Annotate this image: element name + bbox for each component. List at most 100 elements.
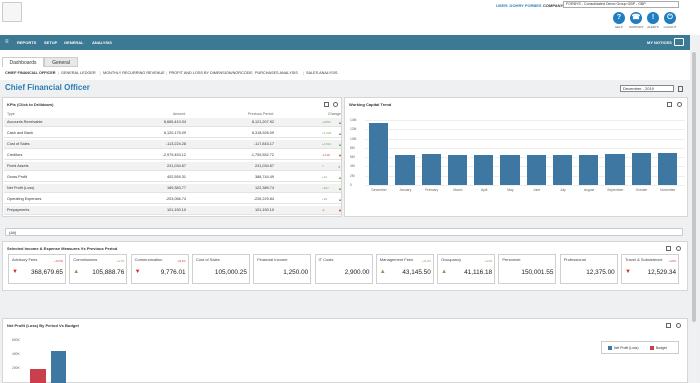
kpi-row[interactable]: Cash and Bank 6,120,175.09 6,318,926.09 +1,… — [4, 129, 342, 138]
export-icon[interactable] — [678, 86, 683, 92]
kpi-col-change[interactable]: Change — [328, 112, 341, 116]
income-title: Selected Income & Expense Measures Vs Pr… — [7, 246, 118, 251]
period-select[interactable]: December - 2019 — [620, 85, 674, 92]
subnav-purchases[interactable]: PURCHASES ANALYSIS — [255, 71, 298, 75]
kpi-row[interactable]: Prepayments 101,150.10 101,150.10 -1 ▼ — [4, 206, 341, 215]
wc-gridline — [365, 120, 685, 121]
card-trend-icon: ▲ — [441, 269, 448, 275]
logout-button[interactable]: ⏻ LOGOUT — [663, 12, 677, 29]
nav-analysis[interactable]: ANALYSIS — [92, 40, 112, 45]
help-button[interactable]: ? HELP — [612, 12, 626, 29]
kpi-amount: 101,150.10 — [166, 208, 186, 212]
wc-ytick: 0 — [350, 183, 352, 187]
subnav-mrr[interactable]: MONTHLY RECURRING REVENUE — [103, 71, 165, 75]
wc-bar[interactable] — [395, 154, 415, 185]
card-name: Cost of Sales — [195, 257, 220, 262]
kpi-trend-icon: ▲ — [338, 131, 342, 136]
nav-reports[interactable]: REPORTS — [17, 40, 36, 45]
np-search-icon[interactable] — [676, 323, 681, 328]
wc-search-icon[interactable] — [677, 102, 682, 107]
measure-card[interactable]: Cost of Sales 105,000.25 — [191, 254, 250, 284]
company-select[interactable]: FORBYS - Consolidated Demo Group GBP - G… — [563, 1, 679, 8]
np-budget-bar[interactable] — [30, 369, 46, 383]
scrollbar-thumb[interactable] — [692, 52, 696, 322]
np-export-icon[interactable] — [666, 323, 671, 328]
user-label[interactable]: USER: DOHRY FORBES — [496, 3, 542, 8]
measure-card[interactable]: Communication -24.4% ▼ 9,776.01 — [130, 254, 189, 284]
page-scrollbar[interactable] — [691, 44, 697, 383]
menu-icon[interactable]: ≡ — [5, 39, 9, 45]
subnav-separator: | — [252, 71, 253, 75]
measure-card[interactable]: Commissions +4.7% ▲ 105,888.76 — [69, 254, 128, 284]
wc-bar[interactable] — [605, 154, 625, 185]
wc-bar[interactable] — [526, 154, 546, 185]
kpi-amount: 402,559.31 — [166, 175, 186, 179]
measure-card[interactable]: Financial Income 1,250.00 — [253, 254, 312, 284]
nav-setup[interactable]: SETUP — [44, 40, 57, 45]
help-icon: ? — [613, 12, 625, 24]
wc-bar[interactable] — [500, 155, 520, 185]
measure-card[interactable]: Advisory Fees +10.5% ▼ 368,679.65 — [8, 254, 66, 284]
support-button[interactable]: ☎ SUPPORT — [629, 12, 643, 29]
subnav-separator: | — [100, 71, 101, 75]
kpi-row[interactable]: Creditors -2,979,453.12 -1,759,552.72 -1719… — [4, 151, 341, 160]
kpi-row[interactable]: Cost of Sales -113,224.28 -117,843.17 +4,61… — [4, 140, 342, 149]
kpi-col-previous[interactable]: Previous Period — [248, 112, 273, 116]
notices-icon[interactable] — [674, 38, 684, 46]
kpi-change: +1,226 — [322, 131, 332, 135]
measure-card[interactable]: Professional 12,375.00 — [559, 254, 618, 284]
main-nav: ≡ REPORTS SETUP GENERAL ANALYSIS MY NOTI… — [0, 35, 690, 50]
tab-general[interactable]: General — [44, 57, 78, 67]
subnav-pnl-dimension[interactable]: PROFIT AND LOSS BY DIMENSION/NORCODE — [169, 71, 252, 75]
kpi-row[interactable]: Net Profit (Loss) 189,383.77 122,389.74 +10… — [4, 184, 341, 193]
kpi-row[interactable]: Gross Profit 402,559.31 388,744.49 +14 ▲ — [4, 173, 341, 182]
kpi-trend-icon: ▲ — [338, 142, 342, 147]
wc-bar[interactable] — [579, 154, 599, 185]
wc-bar[interactable] — [657, 152, 677, 185]
card-value: 105,888.76 — [92, 269, 125, 276]
legend-budget-swatch — [650, 346, 654, 350]
wc-bar[interactable] — [552, 155, 572, 185]
income-export-icon[interactable] — [666, 246, 671, 251]
kpi-export-icon[interactable] — [324, 102, 329, 107]
net-profit-panel: Net Profit (Loss) By Period Vs Budget — [2, 318, 688, 383]
kpi-col-type[interactable]: Type — [7, 112, 15, 116]
tab-dashboards[interactable]: Dashboards — [2, 57, 44, 67]
subnav-general-ledger[interactable]: GENERAL LEDGER — [61, 71, 96, 75]
legend-actual-swatch — [608, 346, 612, 350]
kpi-trend-icon: ● — [338, 164, 341, 169]
income-search-icon[interactable] — [676, 246, 681, 251]
subnav-separator: | — [303, 71, 304, 75]
measure-card[interactable]: Personnel 150,001.55 — [498, 254, 557, 284]
np-actual-bar[interactable] — [51, 351, 66, 383]
kpi-filter-dropdown[interactable]: (All) — [5, 228, 683, 236]
alerts-button[interactable]: ! ALERTS — [646, 12, 660, 29]
measure-card[interactable]: IT Costs 2,900.00 — [314, 254, 373, 284]
wc-bar[interactable] — [631, 153, 651, 185]
kpi-row[interactable]: Accounts Receivable 8,665,410.04 8,121,207… — [4, 118, 341, 127]
kpi-amount: 189,383.77 — [166, 186, 186, 190]
kpi-search-icon[interactable] — [333, 102, 338, 107]
subnav-cfo[interactable]: CHIEF FINANCIAL OFFICER — [5, 71, 56, 75]
card-trend-icon: ▼ — [12, 269, 18, 275]
measure-card[interactable]: Management Fees +14.3% ▲ 43,145.50 — [375, 254, 434, 284]
card-value: 12,375.00 — [586, 269, 615, 276]
subnav-sales[interactable]: SALES ANALYSIS — [306, 71, 337, 75]
alerts-icon: ! — [647, 12, 659, 24]
measure-card[interactable]: Occupancy +4.4% ▲ 41,116.18 — [437, 254, 496, 284]
kpi-row[interactable]: Fixed Assets 241,034.67 241,034.67 0 ● — [4, 162, 341, 171]
wc-bar[interactable] — [421, 154, 441, 185]
nav-my-notices[interactable]: MY NOTICES — [647, 40, 672, 45]
measure-card[interactable]: Travel & Subsistence +4.5% ▼ 12,529.34 — [621, 254, 679, 284]
wc-bar[interactable] — [369, 123, 389, 185]
kpi-col-amount[interactable]: Amount — [173, 112, 185, 116]
wc-export-icon[interactable] — [667, 102, 672, 107]
nav-general[interactable]: GENERAL — [64, 40, 84, 45]
wc-bar[interactable] — [447, 155, 467, 185]
wc-bar[interactable] — [474, 154, 494, 185]
kpi-previous: 122,389.74 — [254, 186, 274, 190]
kpi-title: KPIs (Click to Drilldown) — [7, 102, 54, 107]
kpi-row[interactable]: Operating Expenses -203,066.74 -226,229.84… — [4, 195, 341, 204]
kpi-change: +107 — [322, 186, 329, 190]
wc-ytick: 6M — [350, 155, 355, 160]
